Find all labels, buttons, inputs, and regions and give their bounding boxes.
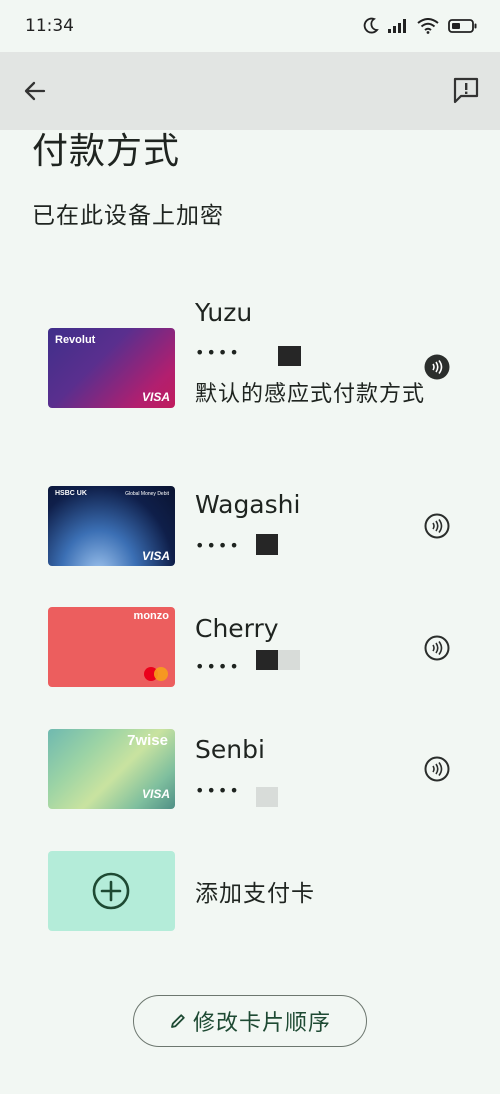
card-name: Senbi <box>195 735 265 764</box>
card-number-masked: •••• <box>195 657 241 676</box>
mastercard-logo-icon <box>144 667 168 681</box>
battery-icon <box>448 19 477 33</box>
do-not-disturb-moon-icon <box>363 17 379 34</box>
redacted-number-block <box>278 650 300 670</box>
redacted-number-block <box>256 787 278 807</box>
reorder-cards-button[interactable]: 修改卡片顺序 <box>133 995 367 1047</box>
cellular-signal-icon <box>388 19 406 33</box>
card-image-revolut: Revolut VISA <box>48 328 175 408</box>
card-network-text: VISA <box>141 787 170 801</box>
card-number-masked: •••• <box>195 536 241 555</box>
feedback-icon[interactable] <box>450 74 482 106</box>
card-image-monzo: monzo <box>48 607 175 687</box>
contactless-payment-icon <box>424 513 450 539</box>
page-title: 付款方式 <box>32 131 181 172</box>
card-brand-text: 7wise <box>127 732 168 749</box>
card-network-text: VISA <box>141 390 170 404</box>
reorder-cards-label: 修改卡片顺序 <box>192 1011 331 1036</box>
add-circle-icon <box>92 872 130 910</box>
card-brand-text: Revolut <box>55 334 96 346</box>
card-number-masked: •••• <box>195 781 241 800</box>
redacted-number-block <box>256 650 278 670</box>
pencil-icon <box>171 1014 185 1028</box>
card-name: Wagashi <box>195 490 301 519</box>
back-arrow-icon[interactable] <box>20 76 50 106</box>
redacted-number-block <box>256 534 278 555</box>
wifi-icon <box>417 18 439 34</box>
encryption-subtitle: 已在此设备上加密 <box>32 203 224 229</box>
card-brand-text: monzo <box>133 610 169 622</box>
card-name: Cherry <box>195 614 279 643</box>
default-contactless-label: 默认的感应式付款方式 <box>195 382 426 407</box>
card-brand-subtext: Global Money Debit <box>125 491 169 497</box>
add-card-label[interactable]: 添加支付卡 <box>195 874 315 908</box>
status-bar: 11:34 <box>0 0 500 52</box>
contactless-payment-icon <box>424 756 450 782</box>
add-card-tile[interactable] <box>48 851 175 931</box>
card-image-wise: 7wise VISA <box>48 729 175 809</box>
app-bar <box>0 52 500 130</box>
status-time: 11:34 <box>25 16 74 36</box>
contactless-payment-icon <box>424 635 450 661</box>
card-number-masked: •••• <box>195 343 241 362</box>
card-name: Yuzu <box>195 298 253 327</box>
card-image-hsbc: HSBC UK Global Money Debit VISA <box>48 486 175 566</box>
redacted-number-block <box>278 346 301 366</box>
card-brand-text: HSBC UK <box>55 490 87 497</box>
card-network-text: VISA <box>141 549 170 563</box>
contactless-payment-icon <box>424 354 450 380</box>
status-icons <box>363 17 478 35</box>
